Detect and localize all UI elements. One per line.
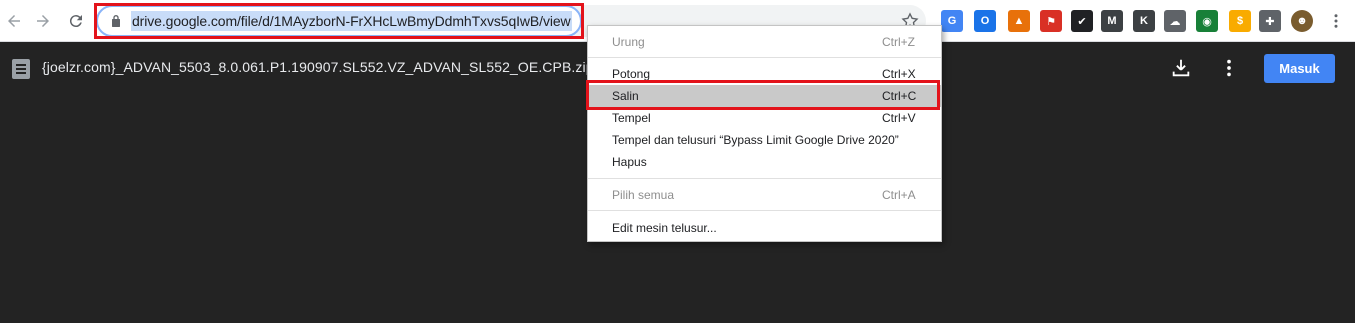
back-button[interactable] xyxy=(0,7,28,35)
m-ext-icon[interactable]: M xyxy=(1101,10,1123,32)
menu-item-paste-and-search[interactable]: Tempel dan telusuri “Bypass Limit Google… xyxy=(588,129,941,151)
menu-separator xyxy=(588,57,941,58)
reload-button[interactable] xyxy=(62,7,90,35)
context-menu: Urung Ctrl+Z Potong Ctrl+X Salin Ctrl+C … xyxy=(587,25,942,242)
globe-ext-icon[interactable]: ◉ xyxy=(1196,10,1218,32)
cloud-ext-icon[interactable]: ☁ xyxy=(1164,10,1186,32)
k-ext-icon[interactable]: K xyxy=(1133,10,1155,32)
forward-arrow-icon xyxy=(37,15,49,27)
reload-icon xyxy=(69,15,82,28)
address-bar-url[interactable]: drive.google.com/file/d/1MAyzborN-FrXHcL… xyxy=(131,11,572,31)
menu-item-select-all[interactable]: Pilih semua Ctrl+A xyxy=(588,184,941,206)
file-name: {joelzr.com}_ADVAN_5503_8.0.061.P1.19090… xyxy=(42,59,594,75)
browser-menu-button[interactable] xyxy=(1322,7,1350,35)
profile-avatar-icon[interactable]: ☻ xyxy=(1291,10,1313,32)
checkmark-ext-icon[interactable]: ✔ xyxy=(1071,10,1093,32)
menu-item-copy[interactable]: Salin Ctrl+C xyxy=(588,85,941,107)
menu-separator xyxy=(588,210,941,211)
forward-button[interactable] xyxy=(29,7,57,35)
download-icon[interactable] xyxy=(1170,57,1192,79)
menu-separator xyxy=(588,178,941,179)
flag-ext-icon[interactable]: ⚑ xyxy=(1040,10,1062,32)
back-arrow-icon xyxy=(8,15,20,27)
coupon-ext-icon[interactable]: $ xyxy=(1229,10,1251,32)
sign-in-button[interactable]: Masuk xyxy=(1264,54,1335,83)
rocket-ext-icon[interactable]: ▲ xyxy=(1008,10,1030,32)
lock-icon xyxy=(112,15,120,27)
kebab-menu-icon xyxy=(1334,14,1338,28)
badge-ext-icon[interactable]: O xyxy=(974,10,996,32)
puzzle-ext-icon[interactable]: ✚ xyxy=(1259,10,1281,32)
zip-file-icon xyxy=(12,59,30,79)
menu-item-paste[interactable]: Tempel Ctrl+V xyxy=(588,107,941,129)
more-actions-icon[interactable] xyxy=(1218,57,1240,79)
menu-item-edit-search-engines[interactable]: Edit mesin telusur... xyxy=(588,217,941,239)
translate-ext-icon[interactable]: G xyxy=(941,10,963,32)
menu-item-delete[interactable]: Hapus xyxy=(588,151,941,173)
menu-item-cut[interactable]: Potong Ctrl+X xyxy=(588,63,941,85)
menu-item-undo[interactable]: Urung Ctrl+Z xyxy=(588,31,941,53)
